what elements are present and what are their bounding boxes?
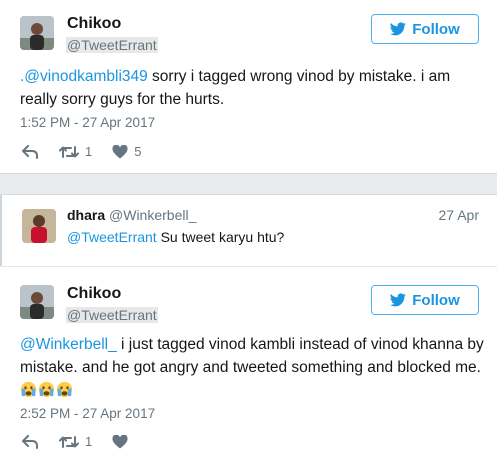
crying-face-icon [20, 381, 37, 398]
avatar[interactable] [22, 209, 56, 243]
username: @Winkerbell_ [109, 207, 197, 223]
display-name: dhara [67, 207, 106, 223]
reply-text: @TweetErrant Su tweet karyu htu? [67, 229, 284, 245]
reply-button[interactable] [22, 144, 39, 159]
tweet-card-1: Chikoo @TweetErrant Follow .@vinodkambli… [0, 0, 497, 174]
crying-face-icon [38, 381, 55, 398]
avatar-photo-icon [20, 16, 54, 50]
heart-icon [112, 144, 128, 158]
tweet-thread: Chikoo @TweetErrant Follow .@vinodkambli… [0, 0, 497, 454]
mention-link[interactable]: .@vinodkambli349 [20, 68, 148, 85]
retweet-icon [59, 435, 79, 448]
twitter-bird-icon [390, 22, 406, 36]
mention-link[interactable]: @TweetErrant [67, 229, 157, 245]
username[interactable]: @TweetErrant [66, 37, 158, 53]
avatar-photo-icon [22, 209, 56, 243]
follow-label: Follow [412, 20, 460, 38]
avatar[interactable] [20, 16, 54, 50]
retweet-button[interactable]: 1 [59, 434, 92, 449]
follow-label: Follow [412, 291, 460, 309]
retweet-count: 1 [85, 434, 93, 449]
crying-emoji-group [20, 381, 74, 399]
tweet-card-2: Chikoo @TweetErrant Follow @Winkerbell_ … [0, 266, 497, 454]
tweet-actions: 1 5 [22, 144, 161, 159]
heart-icon [112, 434, 128, 448]
reply-text-body: Su tweet karyu htu? [156, 229, 285, 245]
twitter-bird-icon [390, 293, 406, 307]
tweet-timestamp[interactable]: 1:52 PM - 27 Apr 2017 [20, 115, 155, 130]
retweet-count: 1 [85, 144, 93, 159]
like-button[interactable]: 5 [112, 144, 141, 159]
reply-button[interactable] [22, 434, 39, 449]
tweet-actions: 1 [22, 434, 148, 449]
reply-date[interactable]: 27 Apr [439, 207, 479, 223]
reply-icon [22, 434, 38, 449]
mention-link[interactable]: @Winkerbell_ [20, 336, 117, 353]
reply-icon [22, 144, 38, 159]
avatar[interactable] [20, 285, 54, 319]
reply-author[interactable]: dhara @Winkerbell_ [67, 207, 196, 223]
avatar-photo-icon [20, 285, 54, 319]
like-count: 5 [134, 144, 142, 159]
thread-line [0, 195, 2, 267]
retweet-icon [59, 145, 79, 158]
retweet-button[interactable]: 1 [59, 144, 92, 159]
reply-card: dhara @Winkerbell_ 27 Apr @TweetErrant S… [0, 194, 497, 267]
tweet-text: .@vinodkambli349 sorry i tagged wrong vi… [20, 65, 485, 111]
follow-button[interactable]: Follow [371, 14, 479, 44]
display-name[interactable]: Chikoo [67, 285, 121, 303]
display-name[interactable]: Chikoo [67, 15, 121, 33]
follow-button[interactable]: Follow [371, 285, 479, 315]
tweet-timestamp[interactable]: 2:52 PM - 27 Apr 2017 [20, 406, 155, 421]
crying-face-icon [56, 381, 73, 398]
like-button[interactable] [112, 434, 128, 449]
username[interactable]: @TweetErrant [66, 307, 158, 323]
tweet-text: @Winkerbell_ i just tagged vinod kambli … [20, 333, 485, 402]
